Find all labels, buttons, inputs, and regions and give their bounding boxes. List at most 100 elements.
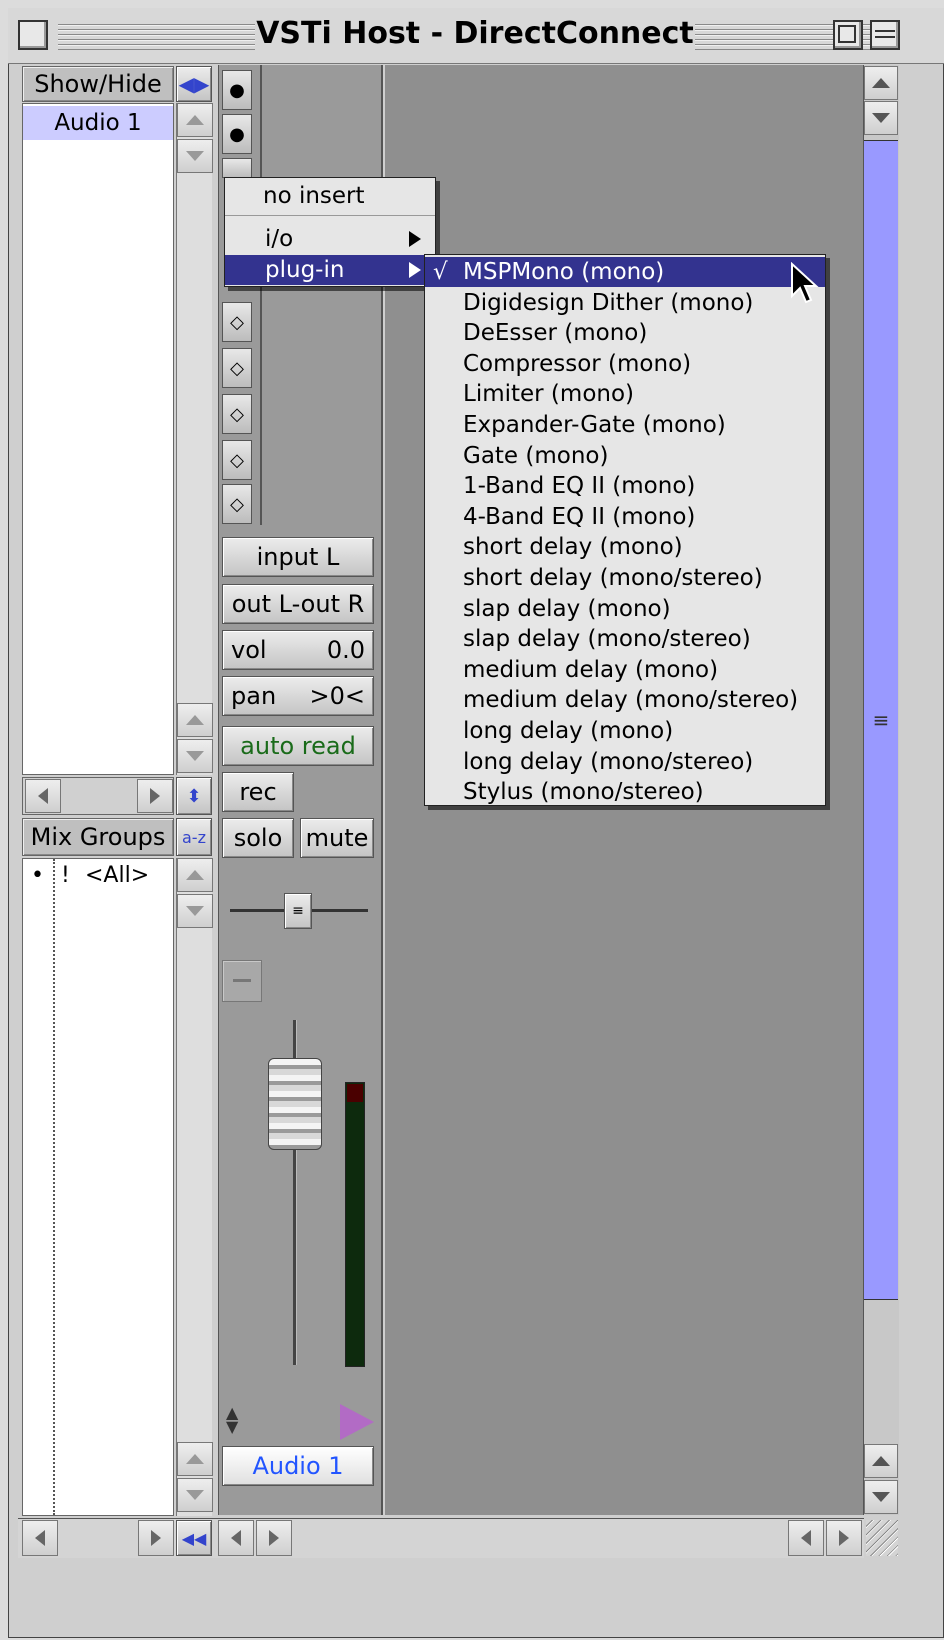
plugin-menu-item[interactable]: 4-Band EQ II (mono) [425,502,825,532]
insert-slot-a[interactable]: ● [222,70,252,110]
scroll-down-icon[interactable] [177,739,213,773]
scroll-up-icon[interactable] [177,1442,213,1476]
plugin-menu-item-label: DeEsser (mono) [463,320,648,347]
insert-column-divider [260,65,262,525]
volume-fader-knob[interactable] [268,1058,322,1150]
plugin-menu-item[interactable]: short delay (mono/stereo) [425,563,825,593]
plugin-menu-item[interactable]: slap delay (mono/stereo) [425,624,825,654]
plugin-menu-item[interactable]: slap delay (mono) [425,594,825,624]
volume-label: vol [231,636,267,664]
plugin-menu-item-label: medium delay (mono) [463,656,719,683]
track-list-hscrollbar[interactable] [22,777,174,815]
scroll-right-icon[interactable] [826,1520,862,1556]
plugin-menu-item[interactable]: long delay (mono) [425,716,825,746]
scroll-down-icon[interactable] [177,139,213,173]
zoom-box-icon[interactable] [833,20,863,50]
menu-item-io-label: i/o [265,226,294,252]
scroll-up-icon[interactable] [177,703,213,737]
resize-grip-icon[interactable] [866,1520,898,1556]
group-name[interactable]: <All> [85,863,149,888]
scroll-down-icon[interactable] [177,1478,213,1512]
plugin-menu-item[interactable]: short delay (mono) [425,532,825,562]
scroll-up-icon[interactable] [864,1444,898,1478]
plugin-menu-item-label: Stylus (mono/stereo) [463,779,704,806]
plugin-menu-item-label: medium delay (mono/stereo) [463,687,799,714]
scroll-up-icon[interactable] [864,66,898,100]
plugin-menu-item[interactable]: Digidesign Dither (mono) [425,288,825,318]
plugin-menu-item[interactable]: medium delay (mono/stereo) [425,685,825,715]
plugin-menu-item[interactable]: Limiter (mono) [425,379,825,409]
plugin-menu-item[interactable]: 1-Band EQ II (mono) [425,471,825,501]
track-height-icon[interactable]: ▲ ▼ [226,1405,244,1440]
mix-groups-list[interactable]: • ! <All> [22,858,174,1516]
fader-group-button[interactable] [222,960,262,1002]
insert-slot-c[interactable] [222,158,252,178]
scroll-down-icon[interactable] [864,1480,898,1514]
menu-item-io[interactable]: i/o [225,224,435,254]
plugin-submenu[interactable]: √ MSPMono (mono) Digidesign Dither (mono) D… [424,254,826,806]
menu-item-plug-in[interactable]: plug-in [225,255,435,285]
scroll-up-icon[interactable] [177,103,213,137]
plugin-menu-item-label: 1-Band EQ II (mono) [463,473,696,500]
sort-az-icon[interactable]: a-z [176,818,212,856]
insert-popup-menu[interactable]: no insert i/o plug-in [224,177,436,287]
track-name-button[interactable]: Audio 1 [222,1446,374,1486]
plugin-menu-item-label: Limiter (mono) [463,381,635,408]
plugin-menu-item[interactable]: DeEsser (mono) [425,318,825,348]
scroll-up-icon[interactable] [177,858,213,892]
scroll-left-icon[interactable] [25,779,61,813]
plugin-menu-item[interactable]: Stylus (mono/stereo) [425,777,825,807]
pan-display[interactable]: pan >0< [222,676,374,716]
mix-groups-header[interactable]: Mix Groups [22,818,174,856]
mix-groups-divider [53,859,55,1515]
mute-button[interactable]: mute [300,818,374,858]
track-list[interactable]: Audio 1 [22,103,174,775]
scroll-right-icon[interactable] [137,779,173,813]
output-selector-button[interactable]: out L-out R [222,584,374,624]
collapse-box-icon[interactable] [870,20,900,50]
plugin-menu-item[interactable]: Gate (mono) [425,441,825,471]
collapse-panel-icon[interactable]: ◀◀ [176,1520,212,1556]
track-list-item[interactable]: Audio 1 [23,106,173,140]
plugin-menu-item-label: 4-Band EQ II (mono) [463,503,696,530]
mix-groups-scrollbar[interactable] [176,858,213,1516]
pan-slider-thumb[interactable]: ≡ [284,893,312,929]
scroll-left-icon[interactable] [218,1520,254,1556]
plugin-menu-item[interactable]: medium delay (mono) [425,655,825,685]
solo-button[interactable]: solo [222,818,294,858]
close-box-icon[interactable] [18,20,48,50]
group-flag: ! [61,863,70,888]
vertical-scroll-thumb[interactable]: ≡ [864,140,898,1300]
checkmark-icon: √ [433,259,448,285]
send-slot-c[interactable]: ◇ [222,394,252,434]
scroll-right-icon[interactable] [256,1520,292,1556]
plugin-menu-item[interactable]: Compressor (mono) [425,349,825,379]
scroll-down-icon[interactable] [177,894,213,928]
track-list-scrollbar[interactable] [176,103,213,775]
submenu-arrow-icon [409,262,421,278]
scroll-left-icon[interactable] [22,1520,58,1556]
divider-drag-icon[interactable]: ⬍ [176,777,212,815]
voice-selector-icon[interactable] [340,1404,374,1440]
send-slot-d[interactable]: ◇ [222,440,252,480]
send-slot-e[interactable]: ◇ [222,484,252,524]
volume-display[interactable]: vol 0.0 [222,630,374,670]
scroll-down-icon[interactable] [864,101,898,135]
show-hide-header[interactable]: Show/Hide [22,66,174,102]
send-slot-a[interactable]: ◇ [222,302,252,342]
menu-item-no-insert[interactable]: no insert [225,181,435,211]
send-slot-b[interactable]: ◇ [222,348,252,388]
input-selector-button[interactable]: input L [222,537,374,577]
record-enable-button[interactable]: rec [222,772,294,812]
plugin-menu-item[interactable]: long delay (mono/stereo) [425,747,825,777]
expand-panel-icon[interactable]: ◀▶ [176,66,212,102]
scroll-left-icon[interactable] [788,1520,824,1556]
group-active-bullet: • [31,863,44,888]
plugin-menu-item[interactable]: Expander-Gate (mono) [425,410,825,440]
insert-slot-b[interactable]: ● [222,114,252,154]
plugin-menu-item[interactable]: √ MSPMono (mono) [425,257,825,287]
scroll-right-icon[interactable] [138,1520,174,1556]
plugin-menu-item-label: Compressor (mono) [463,350,692,377]
plugin-menu-item-label: long delay (mono) [463,718,674,744]
automation-mode-button[interactable]: auto read [222,726,374,766]
